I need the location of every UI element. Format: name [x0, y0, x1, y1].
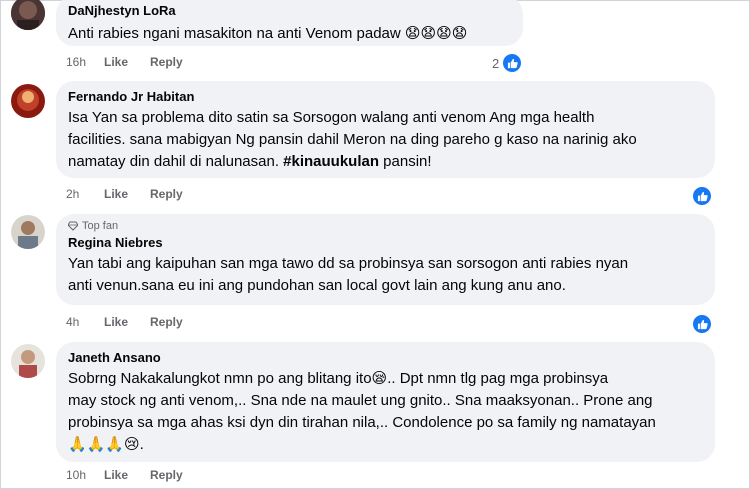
commenter-name[interactable]: DaNjhestyn LoRa	[68, 2, 511, 19]
comment-text-segment: .. Dpt nmn tlg pag mga probinsya	[387, 370, 609, 387]
thumbs-up-icon	[691, 185, 713, 207]
avatar[interactable]	[11, 344, 45, 378]
hashtag-link[interactable]: #kinauukulan	[283, 153, 379, 170]
reaction-count: 2	[492, 55, 500, 71]
comment-text-segment: Sobrng Nakakalungkot nmn po ang blitang …	[68, 370, 372, 387]
comment-text-segment: pansin!	[379, 153, 432, 170]
avatar-image	[11, 84, 45, 118]
avatar-image	[11, 0, 45, 30]
timestamp[interactable]: 2h	[66, 187, 104, 201]
reply-button[interactable]: Reply	[150, 315, 183, 329]
commenter-name[interactable]: Fernando Jr Habitan	[68, 88, 703, 105]
comment-text: Yan tabi ang kaipuhan san mga tawo dd sa…	[68, 253, 703, 297]
timestamp[interactable]: 4h	[66, 315, 104, 329]
comment-actions: 16h Like Reply	[66, 55, 205, 69]
commenter-name[interactable]: Regina Niebres	[68, 234, 703, 251]
comment-bubble: Fernando Jr Habitan Isa Yan sa problema …	[56, 81, 715, 178]
comment-text-line: Yan tabi ang kaipuhan san mga tawo dd sa…	[68, 255, 629, 272]
comment-text-line: facilities. sana mabigyan Ng pansin dahi…	[68, 131, 637, 148]
reply-button[interactable]: Reply	[150, 55, 183, 69]
comment-text-line: Isa Yan sa problema dito satin sa Sorsog…	[68, 109, 595, 126]
comment-text-segment: .	[139, 436, 144, 453]
reaction-summary[interactable]	[691, 313, 713, 335]
comment-actions: 10h Like Reply	[66, 468, 205, 482]
comment-actions: 4h Like Reply	[66, 315, 205, 329]
avatar[interactable]	[11, 84, 45, 118]
comment-text-line: probinsya sa mga ahas ksi dyn din tiraha…	[68, 414, 656, 431]
avatar[interactable]	[11, 215, 45, 249]
reaction-summary[interactable]	[691, 185, 713, 207]
avatar-image	[11, 344, 45, 378]
comment-bubble: Janeth Ansano Sobrng Nakakalungkot nmn p…	[56, 342, 715, 462]
emoji-sad: 😧😧😧😧	[404, 25, 468, 42]
badge-label: Top fan	[82, 220, 119, 232]
diamond-icon	[68, 221, 78, 231]
comment-text-line: namatay din dahil di nalunasan. #kinauuk…	[68, 151, 703, 173]
comment-bubble: DaNjhestyn LoRa Anti rabies ngani masaki…	[56, 0, 523, 46]
thumbs-up-icon	[501, 52, 524, 74]
comment-text: Anti rabies ngani masakiton na anti Veno…	[68, 23, 511, 45]
emoji-sleepy: 😪	[371, 370, 388, 387]
like-button[interactable]: Like	[104, 55, 128, 69]
avatar[interactable]	[11, 0, 45, 30]
like-button[interactable]: Like	[104, 315, 128, 329]
top-fan-badge: Top fan	[68, 220, 703, 232]
like-button[interactable]: Like	[104, 187, 128, 201]
reply-button[interactable]: Reply	[150, 187, 183, 201]
comment-text-line: may stock ng anti venom,.. Sna nde na ma…	[68, 392, 653, 409]
timestamp[interactable]: 16h	[66, 55, 104, 69]
thumbs-up-icon	[691, 313, 713, 335]
reply-button[interactable]: Reply	[150, 468, 183, 482]
comment-text-segment: namatay din dahil di nalunasan.	[68, 153, 279, 170]
avatar-image	[11, 215, 45, 249]
comment-actions: 2h Like Reply	[66, 187, 205, 201]
like-button[interactable]: Like	[104, 468, 128, 482]
comment-text: Sobrng Nakakalungkot nmn po ang blitang …	[68, 368, 703, 456]
comment-text: Isa Yan sa problema dito satin sa Sorsog…	[68, 107, 703, 173]
emoji-pray: 🙏🙏🙏😢	[68, 436, 140, 453]
comment-bubble: Top fan Regina Niebres Yan tabi ang kaip…	[56, 214, 715, 305]
commenter-name[interactable]: Janeth Ansano	[68, 349, 703, 366]
comment-text-line: Sobrng Nakakalungkot nmn po ang blitang …	[68, 368, 703, 390]
comment-text-body: Anti rabies ngani masakiton na anti Veno…	[68, 25, 401, 42]
timestamp[interactable]: 10h	[66, 468, 104, 482]
comment-text-line: anti venun.sana eu ini ang pundohan san …	[68, 277, 566, 294]
comment-text-line: 🙏🙏🙏😢.	[68, 434, 703, 456]
reaction-summary[interactable]: 2	[492, 52, 524, 74]
